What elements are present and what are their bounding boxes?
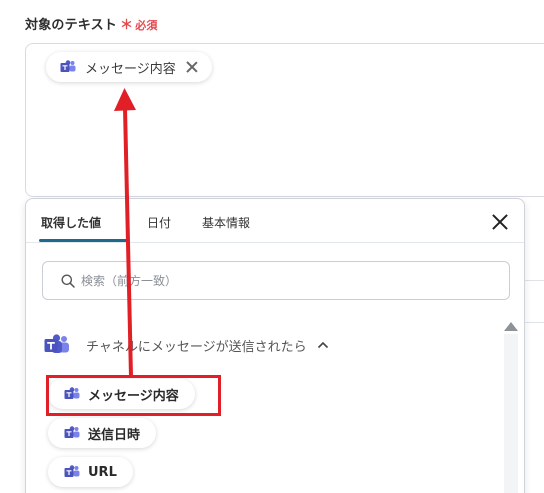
- teams-icon: [64, 465, 80, 477]
- field-label-text: 対象のテキスト: [25, 18, 118, 33]
- scroll-up-arrow-icon[interactable]: [504, 322, 518, 331]
- option-label: 送信日時: [88, 427, 141, 443]
- active-tab-indicator: [39, 239, 129, 242]
- search-icon: [61, 274, 75, 288]
- option-sent-datetime[interactable]: 送信日時: [48, 418, 157, 448]
- option-label: URL: [88, 464, 117, 480]
- divider: [525, 322, 544, 323]
- divider: [525, 280, 544, 281]
- chevron-up-icon[interactable]: [317, 341, 329, 349]
- tab-basic-info[interactable]: 基本情報: [202, 214, 250, 231]
- search-input[interactable]: [81, 273, 481, 288]
- close-icon[interactable]: [185, 60, 199, 74]
- scrollbar-track[interactable]: [504, 334, 518, 493]
- selected-value-chip[interactable]: メッセージ内容: [46, 52, 212, 82]
- field-label: 対象のテキスト＊必須: [25, 14, 158, 33]
- tab-retrieved-values[interactable]: 取得した値: [41, 214, 101, 231]
- panel-close-icon[interactable]: [491, 213, 509, 231]
- value-picker-panel: 取得した値 日付 基本情報 チャネルにメッセージが送信されたら: [25, 198, 525, 493]
- selected-chip-label: メッセージ内容: [85, 61, 176, 77]
- search-box: [42, 261, 510, 300]
- trigger-group-header[interactable]: チャネルにメッセージが送信されたら: [44, 334, 329, 356]
- required-star: ＊: [120, 18, 134, 33]
- annotation-highlight-box: [46, 375, 221, 416]
- group-label: チャネルにメッセージが送信されたら: [86, 339, 307, 355]
- teams-icon: [64, 426, 80, 438]
- teams-icon: [60, 60, 76, 72]
- option-url[interactable]: URL: [48, 457, 133, 487]
- teams-icon: [44, 334, 69, 353]
- tab-date[interactable]: 日付: [147, 214, 171, 231]
- tab-bar: 取得した値 日付 基本情報: [26, 199, 524, 243]
- required-text: 必須: [135, 19, 158, 32]
